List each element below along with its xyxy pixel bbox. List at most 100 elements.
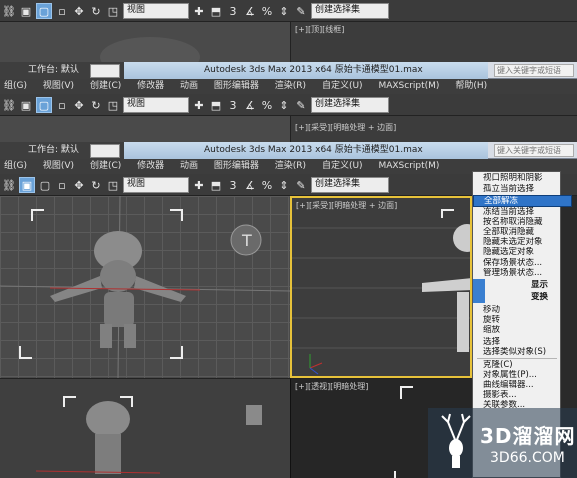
percent-snap-icon[interactable]: % (260, 98, 274, 112)
snap-toggle-icon[interactable]: 3 (226, 4, 240, 18)
viewport-label[interactable]: [+][顶][线框] (295, 24, 344, 35)
manipulate-icon[interactable]: ⬒ (209, 4, 223, 18)
viewport-strip-right[interactable]: [+][采受][明暗处理 + 边面] (290, 116, 577, 142)
window-crossing-icon[interactable]: ▫ (55, 178, 69, 192)
menu-item-save-scene-state[interactable]: 保存场景状态... (473, 258, 570, 268)
menu-item-scale[interactable]: 缩放 (473, 325, 570, 335)
select-region-icon[interactable]: ▢ (36, 97, 52, 113)
named-selection-dropdown[interactable]: 创建选择集 (311, 97, 389, 113)
workspace-dropdown[interactable] (90, 64, 120, 78)
menu-modifiers[interactable]: 修改器 (137, 159, 164, 174)
select-region-icon[interactable]: ▢ (38, 178, 52, 192)
manipulate-icon[interactable]: ⬒ (209, 178, 223, 192)
select-object-icon[interactable]: ▣ (19, 177, 35, 193)
snap-toggle-icon[interactable]: 3 (226, 98, 240, 112)
rotate-icon[interactable]: ↻ (89, 178, 103, 192)
move-icon[interactable]: ✥ (72, 98, 86, 112)
move-icon[interactable]: ✥ (72, 178, 86, 192)
named-selection-dropdown[interactable]: 创建选择集 (311, 3, 389, 19)
menu-item-select[interactable]: 选择 (473, 337, 570, 347)
angle-snap-icon[interactable]: ∡ (243, 98, 257, 112)
menu-view[interactable]: 视图(V) (43, 79, 74, 94)
viewport-perspective[interactable]: [+][采受][明暗处理 + 边面] (290, 196, 472, 378)
viewport-label[interactable]: [+][采受][明暗处理 + 边面] (295, 122, 396, 133)
menu-rendering[interactable]: 渲染(R) (275, 79, 306, 94)
menu-help[interactable]: 帮助(H) (455, 79, 487, 94)
link-icon[interactable]: ⛓ (2, 178, 16, 192)
reference-coord-dropdown[interactable]: 视图 (123, 3, 189, 19)
menu-item-unhide-all[interactable]: 全部取消隐藏 (473, 227, 570, 237)
search-input[interactable]: 键入关键字或短语 (494, 144, 574, 157)
menu-animation[interactable]: 动画 (180, 79, 198, 94)
angle-snap-icon[interactable]: ∡ (243, 178, 257, 192)
menu-group[interactable]: 组(G) (4, 159, 27, 174)
edit-named-selection-icon[interactable]: ✎ (294, 98, 308, 112)
select-region-icon[interactable]: ▢ (36, 3, 52, 19)
viewport-front[interactable]: T (0, 196, 290, 378)
viewport-top-left[interactable] (0, 22, 290, 62)
window-crossing-icon[interactable]: ▫ (55, 98, 69, 112)
reference-coord-dropdown[interactable]: 视图 (123, 177, 189, 193)
link-icon[interactable]: ⛓ (2, 98, 16, 112)
move-icon[interactable]: ✥ (72, 4, 86, 18)
select-object-icon[interactable]: ▣ (19, 4, 33, 18)
menu-item-unhide-by-name[interactable]: 按名称取消隐藏 (473, 217, 570, 227)
edit-named-selection-icon[interactable]: ✎ (294, 178, 308, 192)
workspace-selector[interactable]: 工作台: 默认 (0, 62, 124, 79)
spinner-snap-icon[interactable]: ⇕ (277, 4, 291, 18)
search-input[interactable]: 键入关键字或短语 (494, 64, 574, 77)
menu-item-isolate-selection[interactable]: 孤立当前选择 (473, 184, 570, 194)
menu-item-unfreeze-all[interactable]: 全部解冻 (473, 195, 572, 207)
menu-item-freeze-selection[interactable]: 冻结当前选择 (473, 207, 570, 217)
viewport-strip-left[interactable] (0, 116, 290, 142)
edit-named-selection-icon[interactable]: ✎ (294, 4, 308, 18)
menu-view[interactable]: 视图(V) (43, 159, 74, 174)
angle-snap-icon[interactable]: ∡ (243, 4, 257, 18)
scale-icon[interactable]: ◳ (106, 98, 120, 112)
named-selection-dropdown[interactable]: 创建选择集 (311, 177, 389, 193)
pivot-icon[interactable]: ✚ (192, 178, 206, 192)
menu-graph-editors[interactable]: 图形编辑器 (214, 79, 259, 94)
spinner-snap-icon[interactable]: ⇕ (277, 178, 291, 192)
workspace-selector[interactable]: 工作台: 默认 (0, 142, 124, 159)
menu-animation[interactable]: 动画 (180, 159, 198, 174)
menu-item-hide-selection[interactable]: 隐藏选定对象 (473, 247, 570, 257)
link-icon[interactable]: ⛓ (2, 4, 16, 18)
window-crossing-icon[interactable]: ▫ (55, 4, 69, 18)
select-object-icon[interactable]: ▣ (19, 98, 33, 112)
menu-customize[interactable]: 自定义(U) (322, 159, 363, 174)
scale-icon[interactable]: ◳ (106, 4, 120, 18)
menu-item-dope-sheet[interactable]: 摄影表... (473, 390, 570, 400)
menu-maxscript[interactable]: MAXScript(M) (378, 159, 439, 174)
menu-modifiers[interactable]: 修改器 (137, 79, 164, 94)
menu-item-manage-scene-states[interactable]: 管理场景状态... (473, 268, 570, 278)
menu-item-clone[interactable]: 克隆(C) (473, 360, 570, 370)
reference-coord-dropdown[interactable]: 视图 (123, 97, 189, 113)
menu-maxscript[interactable]: MAXScript(M) (378, 79, 439, 94)
menu-item-viewport-lighting[interactable]: 视口照明和阴影 (473, 173, 570, 183)
menu-create[interactable]: 创建(C) (90, 159, 121, 174)
menu-rendering[interactable]: 渲染(R) (275, 159, 306, 174)
menu-item-object-properties[interactable]: 对象属性(P)... (473, 370, 570, 380)
menu-item-move[interactable]: 移动 (473, 305, 570, 315)
rotate-icon[interactable]: ↻ (89, 4, 103, 18)
pivot-icon[interactable]: ✚ (192, 4, 206, 18)
menu-customize[interactable]: 自定义(U) (322, 79, 363, 94)
menu-create[interactable]: 创建(C) (90, 79, 121, 94)
percent-snap-icon[interactable]: % (260, 4, 274, 18)
menu-item-hide-unselected[interactable]: 隐藏未选定对象 (473, 237, 570, 247)
viewport-top-right[interactable]: [+][顶][线框] (290, 22, 577, 62)
workspace-dropdown[interactable] (90, 144, 120, 158)
menu-item-curve-editor[interactable]: 曲线编辑器... (473, 380, 570, 390)
menu-item-rotate[interactable]: 旋转 (473, 315, 570, 325)
spinner-snap-icon[interactable]: ⇕ (277, 98, 291, 112)
scale-icon[interactable]: ◳ (106, 178, 120, 192)
viewport-bottom-left[interactable] (0, 378, 290, 478)
menu-item-select-similar[interactable]: 选择类似对象(S) (473, 347, 570, 357)
percent-snap-icon[interactable]: % (260, 178, 274, 192)
menu-group[interactable]: 组(G) (4, 79, 27, 94)
menu-graph-editors[interactable]: 图形编辑器 (214, 159, 259, 174)
manipulate-icon[interactable]: ⬒ (209, 98, 223, 112)
snap-toggle-icon[interactable]: 3 (226, 178, 240, 192)
pivot-icon[interactable]: ✚ (192, 98, 206, 112)
